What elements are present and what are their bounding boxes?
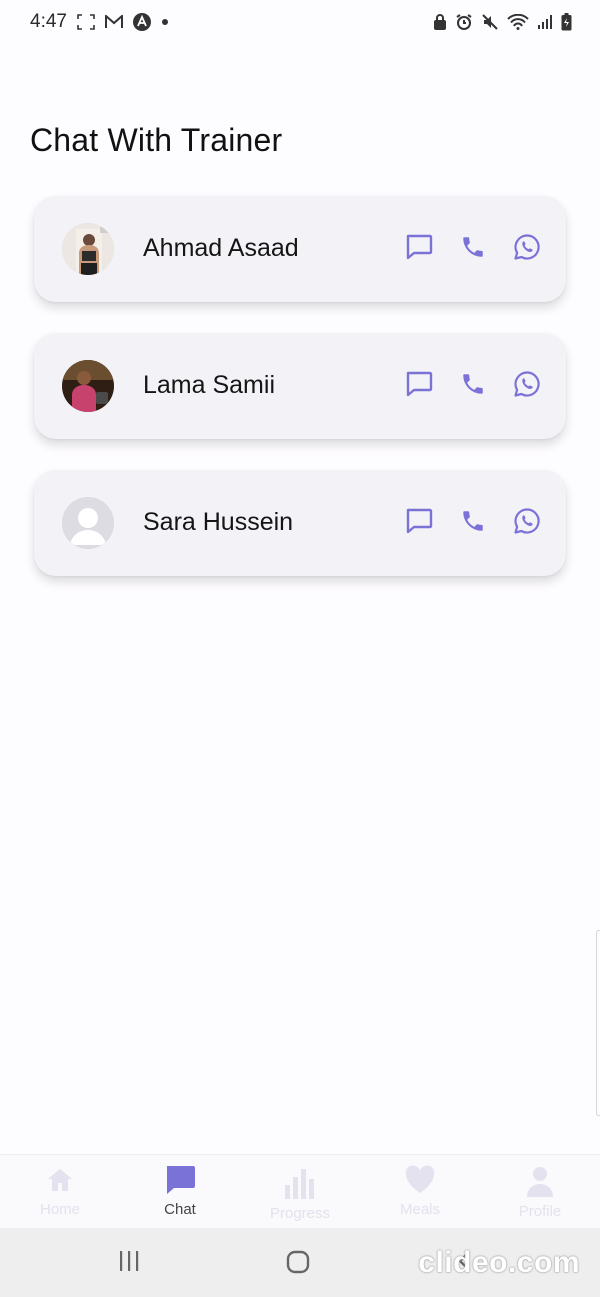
chat-icon bbox=[406, 234, 433, 260]
trainer-avatar bbox=[62, 223, 114, 275]
call-button[interactable] bbox=[458, 506, 488, 536]
whatsapp-icon bbox=[514, 371, 540, 397]
phone-icon bbox=[463, 511, 483, 531]
screen-record-icon bbox=[77, 14, 95, 30]
trainer-card[interactable]: Sara Hussein bbox=[34, 470, 566, 576]
nav-label: Meals bbox=[399, 1201, 440, 1218]
lock-icon bbox=[433, 14, 447, 30]
call-button[interactable] bbox=[458, 369, 488, 399]
phone-icon bbox=[463, 374, 483, 394]
chat-icon bbox=[406, 371, 433, 397]
trainer-avatar bbox=[62, 360, 114, 412]
nav-label: Home bbox=[39, 1201, 80, 1218]
trainer-name: Lama Samii bbox=[143, 371, 275, 399]
person-icon bbox=[527, 1167, 553, 1197]
recent-apps-button[interactable] bbox=[118, 1250, 140, 1277]
whatsapp-button[interactable] bbox=[512, 232, 542, 262]
nav-item-meals[interactable]: Meals bbox=[360, 1155, 480, 1228]
whatsapp-button[interactable] bbox=[512, 506, 542, 536]
app-a-icon bbox=[132, 13, 151, 31]
home-circle-icon bbox=[286, 1250, 310, 1274]
phone-icon bbox=[463, 237, 483, 257]
trainer-avatar bbox=[62, 497, 114, 549]
wifi-icon bbox=[507, 14, 529, 30]
chat-icon bbox=[406, 508, 433, 534]
trainer-card[interactable]: Ahmad Asaad bbox=[34, 196, 566, 302]
whatsapp-icon bbox=[514, 234, 540, 260]
home-icon bbox=[48, 1169, 72, 1191]
notification-dot-icon bbox=[161, 18, 169, 26]
photo-avatar-1-icon bbox=[62, 223, 114, 275]
whatsapp-button[interactable] bbox=[512, 369, 542, 399]
bottom-nav: Home Chat Progress Meals Profile bbox=[0, 1154, 600, 1228]
chat-button[interactable] bbox=[404, 506, 434, 536]
mute-icon bbox=[481, 13, 499, 31]
battery-icon bbox=[561, 13, 572, 31]
trainer-card[interactable]: Lama Samii bbox=[34, 333, 566, 439]
trainer-actions bbox=[404, 506, 542, 536]
home-system-button[interactable] bbox=[286, 1250, 310, 1279]
nav-item-progress[interactable]: Progress bbox=[240, 1155, 360, 1228]
default-avatar-icon bbox=[62, 497, 114, 549]
watermark-logo: clideo.com bbox=[418, 1246, 580, 1279]
nav-label: Profile bbox=[518, 1203, 562, 1220]
signal-icon bbox=[537, 14, 553, 30]
nav-label: Progress bbox=[269, 1205, 331, 1222]
nav-label: Chat bbox=[164, 1201, 196, 1218]
photo-avatar-2-icon bbox=[62, 360, 114, 412]
page-title: Chat With Trainer bbox=[30, 122, 283, 158]
status-bar-right bbox=[433, 13, 572, 31]
trainer-name: Ahmad Asaad bbox=[143, 234, 299, 262]
scroll-indicator[interactable] bbox=[596, 930, 600, 1116]
trainer-list: Ahmad Asaad Lama Samii Sara Hussein bbox=[34, 196, 566, 607]
nav-item-profile[interactable]: Profile bbox=[480, 1155, 600, 1228]
trainer-name: Sara Hussein bbox=[143, 508, 294, 536]
status-time: 4:47 bbox=[30, 11, 67, 32]
chat-button[interactable] bbox=[404, 369, 434, 399]
call-button[interactable] bbox=[458, 232, 488, 262]
chat-button[interactable] bbox=[404, 232, 434, 262]
trainer-actions bbox=[404, 369, 542, 399]
gmail-icon bbox=[104, 15, 123, 29]
nav-item-chat[interactable]: Chat bbox=[120, 1155, 240, 1228]
chat-bubble-icon bbox=[167, 1166, 195, 1194]
status-bar-left: 4:47 bbox=[30, 11, 169, 33]
alarm-icon bbox=[455, 13, 473, 31]
recent-apps-icon bbox=[120, 1251, 139, 1271]
status-bar: 4:47 bbox=[0, 0, 600, 44]
bar-chart-icon bbox=[285, 1169, 314, 1199]
whatsapp-icon bbox=[514, 508, 540, 534]
heart-icon bbox=[405, 1165, 435, 1193]
nav-item-home[interactable]: Home bbox=[0, 1155, 120, 1228]
trainer-actions bbox=[404, 232, 542, 262]
